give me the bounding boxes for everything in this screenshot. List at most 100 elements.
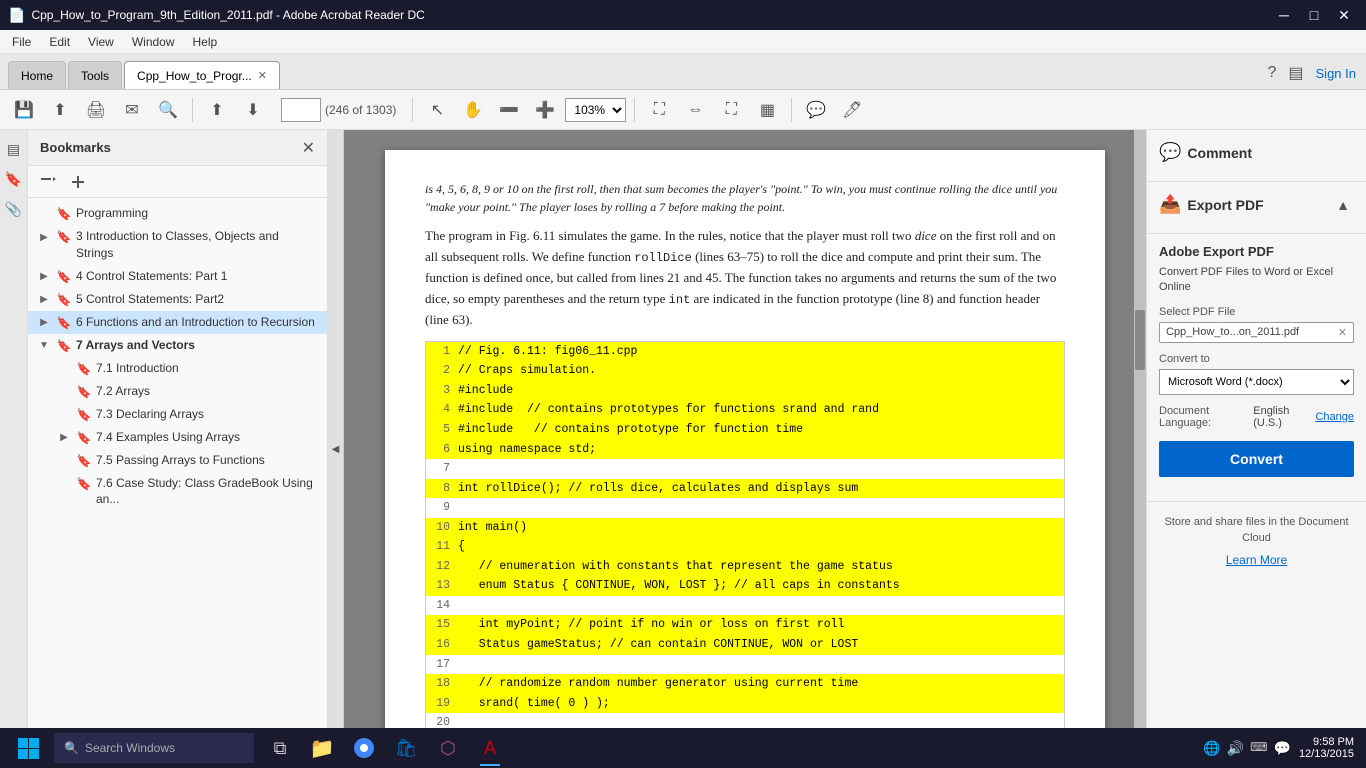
fullscreen-button[interactable]: ⛶	[715, 94, 747, 126]
pdf-paragraph-1: is 4, 5, 6, 8, 9 or 10 on the first roll…	[425, 180, 1065, 216]
prev-page-button[interactable]: ⬆	[201, 94, 233, 126]
pdf-scroll-track[interactable]	[1134, 130, 1146, 768]
line-number: 9	[430, 498, 458, 518]
menu-file[interactable]: File	[4, 33, 39, 51]
bookmarks-button[interactable]: 🔖	[3, 168, 25, 190]
cursor-tool-button[interactable]: ↖	[421, 94, 453, 126]
menu-bar: File Edit View Window Help	[0, 30, 1366, 54]
bookmark-icon-ch7-2: 🔖	[76, 384, 92, 400]
bookmark-item-ch7-2[interactable]: 🔖 7.2 Arrays	[48, 380, 327, 403]
taskbar-app-vs[interactable]: ⬡	[428, 728, 468, 768]
line-number: 15	[430, 615, 458, 635]
layers-button[interactable]: 📎	[3, 198, 25, 220]
start-button[interactable]	[4, 728, 52, 768]
menu-help[interactable]: Help	[185, 33, 226, 51]
taskbar-datetime[interactable]: 9:58 PM 12/13/2015	[1299, 736, 1354, 760]
bookmark-expand-ch4[interactable]: ▶	[36, 269, 52, 285]
tab-tools[interactable]: Tools	[68, 61, 122, 89]
bookmark-expand-ch5[interactable]: ▶	[36, 292, 52, 308]
page-thumbnails-button[interactable]: ▤	[3, 138, 25, 160]
bookmark-icon-ch3: 🔖	[56, 229, 72, 245]
bookmark-item-ch7-6[interactable]: 🔖 7.6 Case Study: Class GradeBook Using …	[48, 472, 327, 512]
expand-icon-ch7-5	[56, 453, 72, 469]
export-collapse-icon[interactable]: ▲	[1332, 195, 1354, 215]
remove-file-button[interactable]: ✕	[1338, 326, 1347, 339]
bookmark-expand-icon[interactable]	[36, 206, 52, 222]
bookmark-icon-ch7-5: 🔖	[76, 453, 92, 469]
tab-document[interactable]: Cpp_How_to_Progr... ✕	[124, 61, 280, 89]
tab-home[interactable]: Home	[8, 61, 66, 89]
next-page-button[interactable]: ⬇	[237, 94, 269, 126]
taskbar-app-explorer[interactable]: 📁	[302, 728, 342, 768]
notification-icon[interactable]: 💬	[1274, 740, 1291, 757]
keyboard-icon[interactable]: ⌨	[1250, 740, 1267, 757]
bookmark-item-ch7-1[interactable]: 🔖 7.1 Introduction	[48, 357, 327, 380]
bookmark-expand-ch7[interactable]: ▼	[36, 338, 52, 354]
bookmark-item-ch6[interactable]: ▶ 🔖 6 Functions and an Introduction to R…	[28, 311, 327, 334]
menu-edit[interactable]: Edit	[41, 33, 78, 51]
search-button[interactable]: 🔍	[152, 94, 184, 126]
line-number: 10	[430, 518, 458, 538]
maximize-button[interactable]: □	[1300, 5, 1328, 25]
pdf-viewer[interactable]: is 4, 5, 6, 8, 9 or 10 on the first roll…	[344, 130, 1146, 768]
hand-tool-button[interactable]: ✋	[457, 94, 489, 126]
save-button[interactable]: 💾	[8, 94, 40, 126]
convert-button[interactable]: Convert	[1159, 441, 1354, 477]
sidebar-new-button[interactable]	[66, 172, 90, 192]
bookmark-item-ch7-3[interactable]: 🔖 7.3 Declaring Arrays	[48, 403, 327, 426]
bookmark-item-ch7-4[interactable]: ▶ 🔖 7.4 Examples Using Arrays	[48, 426, 327, 449]
minimize-button[interactable]: ─	[1270, 5, 1298, 25]
format-select[interactable]: Microsoft Word (*.docx) Microsoft Excel …	[1159, 369, 1354, 395]
learn-more-link[interactable]: Learn More	[1159, 553, 1354, 567]
taskbar-app-store[interactable]: 🛍	[386, 728, 426, 768]
signin-link[interactable]: Sign In	[1314, 64, 1358, 83]
taskbar-search[interactable]: 🔍 Search Windows	[54, 733, 254, 763]
zoom-out-button[interactable]: ➖	[493, 94, 525, 126]
menu-window[interactable]: Window	[124, 33, 183, 51]
line-content: srand( time( 0 ) );	[458, 694, 1060, 714]
expand-icon-ch7-3	[56, 407, 72, 423]
page-number-input[interactable]: 212	[281, 98, 321, 122]
fit-page-button[interactable]: ⛶	[643, 94, 675, 126]
menu-view[interactable]: View	[80, 33, 122, 51]
bookmark-expand-ch6[interactable]: ▶	[36, 315, 52, 331]
zoom-select[interactable]: 103% 50% 75% 100% 125% 150% 200%	[565, 98, 626, 122]
line-number: 14	[430, 596, 458, 616]
bookmark-text-programming: Programming	[76, 205, 319, 222]
taskbar-app-task-view[interactable]: ⧉	[260, 728, 300, 768]
bookmark-item-ch3[interactable]: ▶ 🔖 3 Introduction to Classes, Objects a…	[28, 225, 327, 265]
toolbar-divider-2	[412, 98, 413, 122]
taskbar-app-chrome[interactable]	[344, 728, 384, 768]
close-button[interactable]: ✕	[1330, 5, 1358, 25]
bookmark-item-ch7[interactable]: ▼ 🔖 7 Arrays and Vectors	[28, 334, 327, 357]
upload-button[interactable]: ⬆	[44, 94, 76, 126]
network-icon[interactable]: 🌐	[1203, 740, 1220, 757]
comment-tool-button[interactable]: 💬	[800, 94, 832, 126]
sidebar-close-button[interactable]: ✕	[302, 138, 315, 158]
help-icon[interactable]: ?	[1265, 62, 1278, 84]
fit-width-button[interactable]: ⇔	[679, 94, 711, 126]
sidebar-options-button[interactable]	[36, 172, 60, 192]
expand-icon-ch7-4[interactable]: ▶	[56, 430, 72, 446]
adobe-export-title: Adobe Export PDF	[1159, 244, 1354, 259]
volume-icon[interactable]: 🔊	[1227, 740, 1244, 757]
tab-close-icon[interactable]: ✕	[258, 69, 267, 82]
print-button[interactable]: 🖨	[80, 94, 112, 126]
bookmark-text-ch7-5: 7.5 Passing Arrays to Functions	[96, 452, 319, 469]
change-language-button[interactable]: Change	[1315, 411, 1354, 423]
pdf-scroll-thumb[interactable]	[1135, 310, 1145, 370]
right-panel: 💬 Comment 📤 Export PDF ▲ Adobe Export PD…	[1146, 130, 1366, 768]
email-button[interactable]: ✉	[116, 94, 148, 126]
highlight-tool-button[interactable]: 🖊	[836, 94, 868, 126]
bookmark-item-ch5[interactable]: ▶ 🔖 5 Control Statements: Part2	[28, 288, 327, 311]
taskbar-app-acrobat[interactable]: A	[470, 728, 510, 768]
bookmark-item-programming[interactable]: 🔖 Programming	[28, 202, 327, 225]
bookmark-item-ch4[interactable]: ▶ 🔖 4 Control Statements: Part 1	[28, 265, 327, 288]
presentation-button[interactable]: ▦	[751, 94, 783, 126]
sidebar-collapse-button[interactable]: ◀	[328, 130, 344, 768]
zoom-in-button[interactable]: ➕	[529, 94, 561, 126]
bookmark-expand-ch3[interactable]: ▶	[36, 229, 52, 245]
bookmark-item-ch7-5[interactable]: 🔖 7.5 Passing Arrays to Functions	[48, 449, 327, 472]
bookmark-text-ch3: 3 Introduction to Classes, Objects and S…	[76, 228, 319, 262]
pane-icon[interactable]: ▤	[1286, 61, 1305, 85]
